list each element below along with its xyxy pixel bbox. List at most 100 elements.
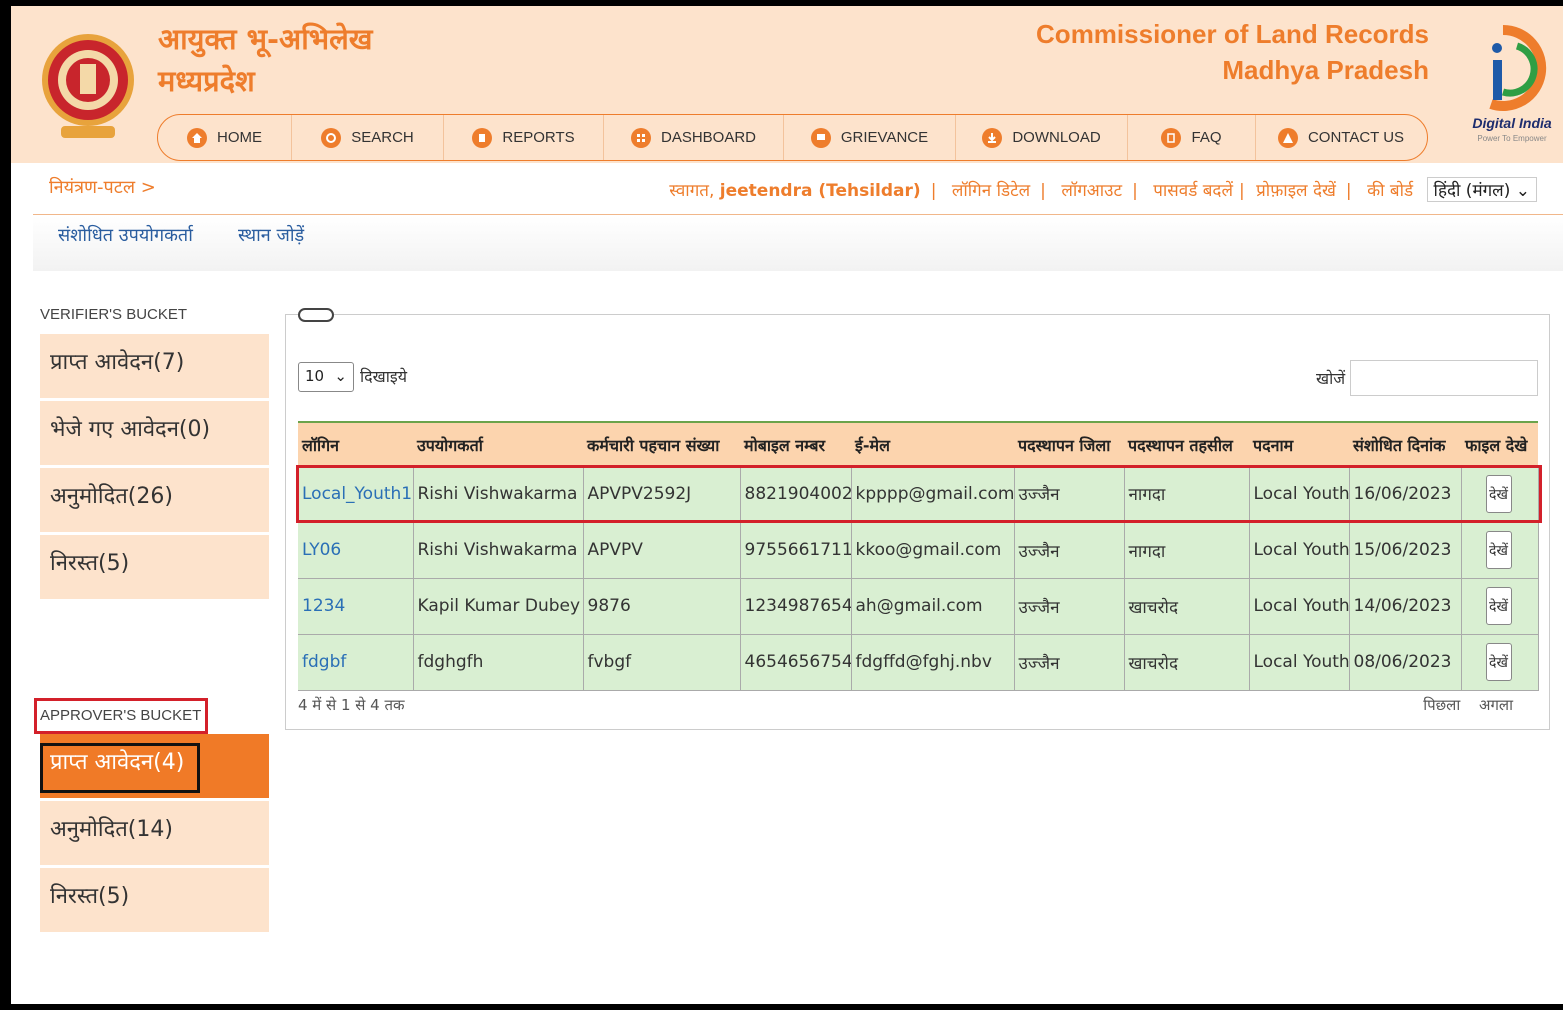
page-length-select[interactable]: 10 ⌄ bbox=[298, 362, 354, 392]
table-cell: उज्जैन bbox=[1014, 634, 1125, 691]
search-icon bbox=[321, 127, 342, 148]
language-value: हिंदी (मंगल) bbox=[1433, 181, 1511, 201]
title-en-line1: Commissioner of Land Records bbox=[1036, 19, 1429, 49]
nav-reports[interactable]: REPORTS bbox=[444, 115, 604, 160]
login-link[interactable]: fdgbf bbox=[298, 634, 414, 691]
next-page-button[interactable]: अगला bbox=[1479, 696, 1513, 714]
table-cell: खाचरोद bbox=[1124, 634, 1250, 691]
table-cell: Rishi Vishwakarma bbox=[413, 522, 584, 579]
change-password-link[interactable]: पासवर्ड बदलें bbox=[1153, 181, 1233, 201]
row-highlight bbox=[296, 465, 1542, 523]
verifier-received[interactable]: प्राप्त आवेदन(7) bbox=[40, 334, 269, 398]
site-title-hindi: आयुक्त भू-अभिलेख मध्यप्रदेश bbox=[158, 18, 373, 102]
title-hi-line1: आयुक्त भू-अभिलेख bbox=[158, 22, 373, 56]
language-select[interactable]: हिंदी (मंगल) ⌄ bbox=[1426, 177, 1537, 202]
col-header[interactable]: पदस्थापन तहसील bbox=[1124, 421, 1249, 466]
contact-icon bbox=[1277, 127, 1298, 148]
table-cell: APVPV bbox=[583, 522, 741, 579]
search-label: खोजें bbox=[1316, 369, 1346, 388]
nav-grievance[interactable]: GRIEVANCE bbox=[784, 115, 956, 160]
table-cell: उज्जैन bbox=[1014, 522, 1125, 579]
table-cell: 9876 bbox=[583, 578, 741, 635]
table-cell: fdghgfh bbox=[413, 634, 584, 691]
user-name: jeetendra (Tehsildar) bbox=[719, 181, 921, 201]
login-link[interactable]: 1234 bbox=[298, 578, 414, 635]
chevron-down-icon: ⌄ bbox=[334, 367, 347, 385]
nav-contact-us[interactable]: CONTACT US bbox=[1256, 115, 1426, 160]
menu-modified-users[interactable]: संशोधित उपयोगकर्ता bbox=[58, 223, 193, 247]
search-input[interactable] bbox=[1350, 360, 1538, 396]
nav-faq[interactable]: FAQ bbox=[1128, 115, 1256, 160]
table-cell: उज्जैन bbox=[1014, 578, 1125, 635]
table-cell: 4654656754 bbox=[740, 634, 852, 691]
col-header[interactable]: पदस्थापन जिला bbox=[1014, 421, 1124, 466]
table-cell: Local Youth bbox=[1249, 634, 1350, 691]
nav-download[interactable]: DOWNLOAD bbox=[956, 115, 1128, 160]
applications-panel: 10 ⌄ दिखाइये खोजें लॉगिन उपयोगकर्ता कर्म… bbox=[285, 308, 1550, 730]
login-link[interactable]: LY06 bbox=[298, 522, 414, 579]
user-toolbar: स्वागत, jeetendra (Tehsildar) | लॉगिन डिट… bbox=[669, 177, 1537, 202]
view-file-button[interactable]: देखें bbox=[1485, 531, 1512, 569]
table-cell: खाचरोद bbox=[1124, 578, 1250, 635]
login-details-link[interactable]: लॉगिन डिटेल bbox=[952, 181, 1030, 201]
col-header[interactable]: मोबाइल नम्बर bbox=[740, 421, 851, 466]
page-length-value: 10 bbox=[305, 367, 325, 385]
prev-page-button[interactable]: पिछला bbox=[1423, 696, 1460, 714]
digital-india-text: Digital India bbox=[1472, 115, 1552, 131]
table-cell: 14/06/2023 bbox=[1349, 578, 1462, 635]
col-header[interactable]: ई-मेल bbox=[851, 421, 1014, 466]
nav-label: FAQ bbox=[1191, 129, 1222, 146]
welcome-text: स्वागत, bbox=[669, 181, 715, 201]
view-file-button[interactable]: देखें bbox=[1485, 643, 1512, 681]
title-hi-line2: मध्यप्रदेश bbox=[158, 64, 255, 98]
table-info: 4 में से 1 से 4 तक bbox=[298, 696, 405, 714]
col-header[interactable]: फाइल देखे bbox=[1461, 421, 1538, 466]
nav-search[interactable]: SEARCH bbox=[292, 115, 444, 160]
approver-rejected[interactable]: निरस्त(5) bbox=[40, 868, 269, 932]
approver-received-highlight bbox=[40, 743, 200, 793]
download-icon bbox=[982, 127, 1003, 148]
table-cell: 08/06/2023 bbox=[1349, 634, 1462, 691]
site-title-english: Commissioner of Land Records Madhya Prad… bbox=[1036, 16, 1429, 88]
verifier-bucket-title: VERIFIER'S BUCKET bbox=[40, 306, 188, 323]
applications-table: लॉगिन उपयोगकर्ता कर्मचारी पहचान संख्या म… bbox=[298, 421, 1539, 691]
table-header-row: लॉगिन उपयोगकर्ता कर्मचारी पहचान संख्या म… bbox=[298, 421, 1538, 466]
digital-india-mark-icon bbox=[1489, 24, 1547, 111]
logout-link[interactable]: लॉगआउट bbox=[1061, 181, 1122, 201]
col-header[interactable]: उपयोगकर्ता bbox=[413, 421, 583, 466]
nav-dashboard[interactable]: DASHBOARD bbox=[604, 115, 784, 160]
col-header[interactable]: पदनाम bbox=[1249, 421, 1349, 466]
col-header[interactable]: संशोधित दिनांक bbox=[1349, 421, 1461, 466]
verifier-sent[interactable]: भेजे गए आवेदन(0) bbox=[40, 401, 269, 465]
nav-home[interactable]: HOME bbox=[158, 115, 292, 160]
table-row: 1234 Kapil Kumar Dubey 9876 1234987654 a… bbox=[298, 578, 1539, 635]
approver-approved[interactable]: अनुमोदित(14) bbox=[40, 801, 269, 865]
approver-title-highlight bbox=[34, 698, 208, 734]
nav-label: SEARCH bbox=[351, 129, 414, 146]
menu-add-location[interactable]: स्थान जोड़ें bbox=[238, 223, 304, 247]
verifier-approved[interactable]: अनुमोदित(26) bbox=[40, 468, 269, 532]
table-cell: fdgffd@fghj.nbv bbox=[851, 634, 1015, 691]
app-window: आयुक्त भू-अभिलेख मध्यप्रदेश Commissioner… bbox=[11, 6, 1563, 1004]
dashboard-icon bbox=[630, 127, 651, 148]
table-cell: fvbgf bbox=[583, 634, 741, 691]
secondary-menu: संशोधित उपयोगकर्ता स्थान जोड़ें bbox=[33, 216, 1563, 271]
verifier-rejected[interactable]: निरस्त(5) bbox=[40, 535, 269, 599]
view-file-button[interactable]: देखें bbox=[1485, 587, 1512, 625]
keyboard-link[interactable]: की बोर्ड bbox=[1367, 181, 1413, 201]
digital-india-tagline: Power To Empower bbox=[1477, 134, 1547, 143]
panel-toggle[interactable] bbox=[298, 308, 334, 322]
table-cell: Kapil Kumar Dubey bbox=[413, 578, 584, 635]
view-profile-link[interactable]: प्रोफ़ाइल देखें bbox=[1256, 181, 1336, 201]
pagination: पिछला अगला bbox=[1409, 695, 1513, 715]
mp-emblem-logo bbox=[42, 34, 134, 138]
table-cell: देखें bbox=[1461, 522, 1539, 579]
breadcrumb[interactable]: नियंत्रण-पटल > bbox=[49, 175, 156, 199]
col-header[interactable]: लॉगिन bbox=[298, 421, 413, 466]
col-header[interactable]: कर्मचारी पहचान संख्या bbox=[583, 421, 740, 466]
table-cell: kkoo@gmail.com bbox=[851, 522, 1015, 579]
table-cell: नागदा bbox=[1124, 522, 1250, 579]
table-cell: Local Youth bbox=[1249, 578, 1350, 635]
table-row: LY06 Rishi Vishwakarma APVPV 9755661711 … bbox=[298, 522, 1539, 579]
digital-india-logo: Digital India Power To Empower bbox=[1463, 20, 1561, 150]
